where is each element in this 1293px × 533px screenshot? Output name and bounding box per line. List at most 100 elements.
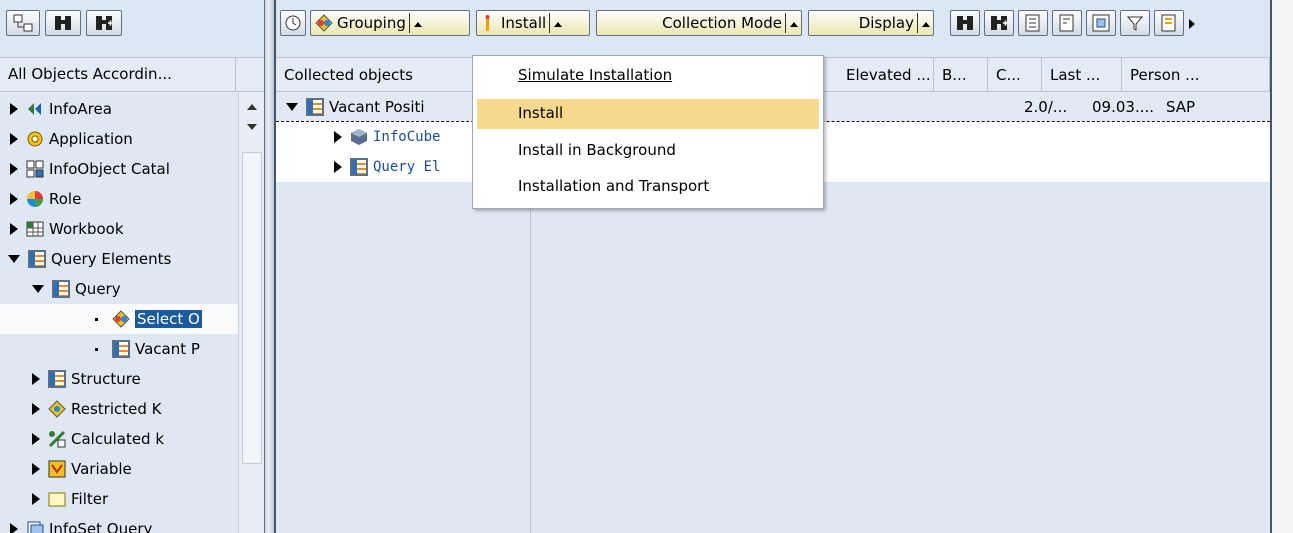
tree-item-variable[interactable]: Variable	[0, 454, 238, 484]
scroll-arrows-icon	[247, 104, 257, 130]
tree-item-label: Query	[75, 280, 121, 298]
grouping-icon	[315, 14, 333, 32]
select-objects-icon	[112, 310, 130, 328]
expand-arrow-icon[interactable]	[10, 163, 18, 175]
tree-item-infoset-query[interactable]: InfoSet Query	[0, 514, 238, 533]
tree-item-label: InfoArea	[49, 100, 112, 118]
left-find-next-button[interactable]	[86, 10, 122, 36]
collapse-all-icon	[1059, 14, 1074, 32]
tree-item-workbook[interactable]: Workbook	[0, 214, 238, 244]
row-label: InfoCube	[373, 129, 441, 145]
tree-item-label: InfoObject Catal	[49, 160, 170, 178]
column-b[interactable]: B...	[934, 58, 988, 92]
tree-item-calculated-kf[interactable]: Calculated k	[0, 424, 238, 454]
expand-arrow-icon[interactable]	[10, 223, 18, 235]
expand-arrow-icon[interactable]	[32, 493, 40, 505]
left-tree-settings-button[interactable]	[6, 10, 40, 36]
expand-arrow-icon[interactable]	[32, 463, 40, 475]
dropdown-arrow-icon	[549, 13, 565, 33]
menu-item-installation-and-transport[interactable]: Installation and Transport	[477, 172, 819, 202]
collapse-arrow-icon[interactable]	[286, 103, 298, 111]
left-column-header[interactable]: All Objects Accordin...	[0, 58, 236, 92]
expand-arrow-icon[interactable]	[334, 161, 342, 173]
history-button[interactable]	[280, 10, 306, 36]
left-toolbar	[0, 0, 264, 58]
expand-arrow-icon[interactable]	[10, 523, 18, 533]
tree-item-query[interactable]: Query	[0, 274, 238, 304]
tree-item-infoobject-catalog[interactable]: InfoObject Catal	[0, 154, 238, 184]
column-elevated[interactable]: Elevated ...	[838, 58, 934, 92]
menu-item-label: Installation and Transport	[518, 177, 710, 195]
scrollbar-thumb[interactable]	[242, 152, 262, 464]
infoset-query-icon	[26, 520, 44, 533]
toolbar-overflow-icon[interactable]	[1188, 18, 1196, 30]
expand-all-button[interactable]	[1018, 10, 1048, 36]
column-person[interactable]: Person ...	[1122, 58, 1270, 92]
expand-arrow-icon[interactable]	[10, 193, 18, 205]
collection-mode-dropdown-button[interactable]: Collection Mode	[596, 10, 802, 36]
tree-item-application[interactable]: Application	[0, 124, 238, 154]
pane-splitter[interactable]	[264, 0, 276, 533]
tree-item-select-objects[interactable]: Select O	[0, 304, 238, 334]
collapse-arrow-icon[interactable]	[32, 285, 44, 293]
column-last[interactable]: Last ...	[1042, 58, 1122, 92]
binoculars-icon	[55, 16, 71, 30]
install-dropdown-button[interactable]: Install	[476, 10, 590, 36]
filter-button[interactable]	[1120, 10, 1150, 36]
menu-item-install-in-background[interactable]: Install in Background	[477, 136, 819, 166]
column-c[interactable]: C...	[988, 58, 1042, 92]
tree-item-label: Calculated k	[71, 430, 165, 448]
infoarea-icon	[26, 100, 44, 118]
tree-item-infoarea[interactable]: InfoArea	[0, 94, 238, 124]
tree-item-label: Vacant P	[135, 340, 200, 358]
infoobject-catalog-icon	[26, 160, 44, 178]
display-dropdown-button[interactable]: Display	[808, 10, 934, 36]
expand-arrow-icon[interactable]	[32, 433, 40, 445]
filter-folder-icon	[48, 490, 66, 508]
row-cell-c: 2.0/...	[1024, 98, 1068, 116]
window-edge	[1270, 0, 1293, 533]
find-button[interactable]	[950, 10, 980, 36]
filter-icon	[1126, 16, 1144, 31]
hierarchy-icon	[13, 14, 33, 32]
more-options-button[interactable]	[1154, 10, 1184, 36]
menu-item-label: Simulate Installation	[518, 66, 673, 84]
dropdown-arrow-icon	[917, 13, 933, 33]
tree-item-query-elements[interactable]: Query Elements	[0, 244, 238, 274]
calculated-kf-icon	[48, 430, 66, 448]
structure-icon	[48, 370, 66, 388]
install-menu: Simulate Installation Install Install in…	[472, 55, 824, 209]
tree-item-vacant-positions[interactable]: Vacant P	[0, 334, 238, 364]
tree-item-restricted-kf[interactable]: Restricted K	[0, 394, 238, 424]
query-icon	[52, 280, 70, 298]
left-header-spacer	[236, 58, 264, 92]
grouping-dropdown-button[interactable]: Grouping	[310, 10, 470, 36]
binoculars-plus-icon	[96, 16, 113, 30]
expand-arrow-icon[interactable]	[10, 103, 18, 115]
menu-item-simulate-installation[interactable]: Simulate Installation	[477, 61, 819, 91]
tree-item-structure[interactable]: Structure	[0, 364, 238, 394]
find-next-button[interactable]	[984, 10, 1014, 36]
tree-item-label: Role	[49, 190, 82, 208]
expand-arrow-icon[interactable]	[334, 131, 342, 143]
tree-item-role[interactable]: Role	[0, 184, 238, 214]
expand-arrow-icon[interactable]	[32, 373, 40, 385]
row-cell-person: SAP	[1166, 98, 1196, 116]
tree-item-label: Filter	[71, 490, 109, 508]
collapse-all-button[interactable]	[1052, 10, 1082, 36]
leaf-bullet-icon	[95, 317, 98, 321]
expand-all-icon	[1025, 14, 1040, 32]
query-elements-icon	[28, 250, 46, 268]
column-divider	[530, 182, 531, 533]
tree-item-filter[interactable]: Filter	[0, 484, 238, 514]
row-label: Query El	[373, 159, 441, 175]
expand-arrow-icon[interactable]	[32, 403, 40, 415]
menu-item-install[interactable]: Install	[477, 99, 819, 129]
details-button[interactable]	[1086, 10, 1116, 36]
tree-item-label: InfoSet Query	[49, 520, 153, 533]
expand-arrow-icon[interactable]	[10, 133, 18, 145]
collapse-arrow-icon[interactable]	[8, 255, 20, 263]
left-find-button[interactable]	[45, 10, 81, 36]
left-tree-scrollbar[interactable]	[238, 92, 264, 533]
tree-item-label: Variable	[71, 460, 132, 478]
